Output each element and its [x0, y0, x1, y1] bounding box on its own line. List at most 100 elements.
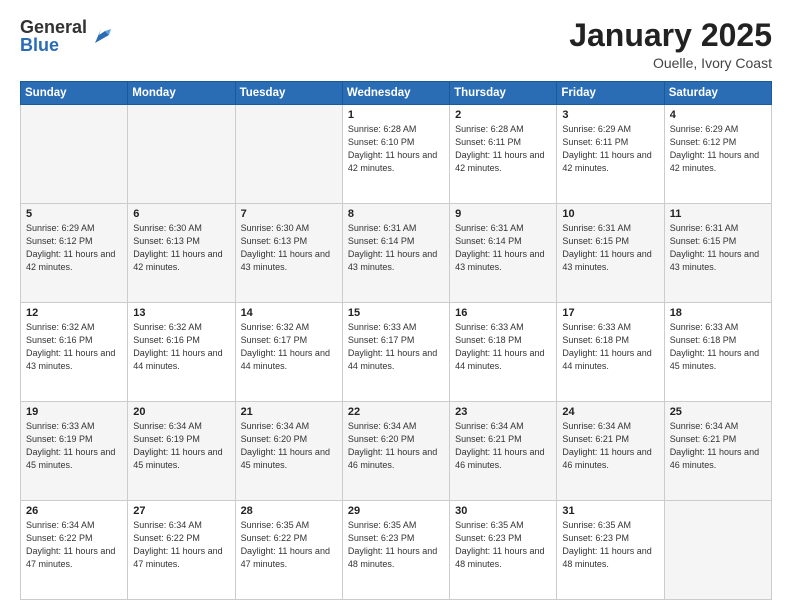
day-number: 19 — [26, 406, 122, 418]
day-info: Sunrise: 6:33 AM Sunset: 6:19 PM Dayligh… — [26, 420, 122, 472]
day-number: 7 — [241, 208, 337, 220]
day-info: Sunrise: 6:31 AM Sunset: 6:15 PM Dayligh… — [562, 222, 658, 274]
day-info: Sunrise: 6:33 AM Sunset: 6:18 PM Dayligh… — [670, 321, 766, 373]
table-row: 27 Sunrise: 6:34 AM Sunset: 6:22 PM Dayli… — [128, 501, 235, 600]
col-friday: Friday — [557, 82, 664, 105]
table-row: 26Sunrise: 6:34 AM Sunset: 6:22 PM Dayli… — [21, 501, 128, 600]
day-info: Sunrise: 6:29 AM Sunset: 6:12 PM Dayligh… — [26, 222, 122, 274]
day-info: Sunrise: 6:30 AM Sunset: 6:13 PM Dayligh… — [241, 222, 337, 274]
table-row: 1 Sunrise: 6:28 AM Sunset: 6:10 PM Daylig… — [342, 105, 449, 204]
table-row: 6Sunrise: 6:30 AM Sunset: 6:13 PM Daylig… — [128, 204, 235, 303]
calendar-week-row: 12 Sunrise: 6:32 AM Sunset: 6:16 PM Dayli… — [21, 303, 772, 402]
day-info: Sunrise: 6:33 AM Sunset: 6:17 PM Dayligh… — [348, 321, 444, 373]
header: General Blue January 2025 Ouelle, Ivory … — [20, 18, 772, 71]
col-thursday: Thursday — [450, 82, 557, 105]
day-number: 2 — [455, 109, 551, 121]
table-row: 12 Sunrise: 6:32 AM Sunset: 6:16 PM Dayli… — [21, 303, 128, 402]
col-wednesday: Wednesday — [342, 82, 449, 105]
calendar-week-row: 19 Sunrise: 6:33 AM Sunset: 6:19 PM Dayli… — [21, 402, 772, 501]
table-row — [235, 105, 342, 204]
day-info: Sunrise: 6:34 AM Sunset: 6:21 PM Dayligh… — [562, 420, 658, 472]
day-info: Sunrise: 6:28 AM Sunset: 6:10 PM Dayligh… — [348, 123, 444, 175]
day-info: Sunrise: 6:31 AM Sunset: 6:14 PM Dayligh… — [455, 222, 551, 274]
table-row: 30Sunrise: 6:35 AM Sunset: 6:23 PM Dayli… — [450, 501, 557, 600]
table-row: 7 Sunrise: 6:30 AM Sunset: 6:13 PM Daylig… — [235, 204, 342, 303]
day-number: 14 — [241, 307, 337, 319]
day-number: 18 — [670, 307, 766, 319]
day-info: Sunrise: 6:34 AM Sunset: 6:20 PM Dayligh… — [348, 420, 444, 472]
day-number: 13 — [133, 307, 229, 319]
col-tuesday: Tuesday — [235, 82, 342, 105]
page: General Blue January 2025 Ouelle, Ivory … — [0, 0, 792, 612]
day-number: 12 — [26, 307, 122, 319]
table-row: 19 Sunrise: 6:33 AM Sunset: 6:19 PM Dayli… — [21, 402, 128, 501]
day-number: 4 — [670, 109, 766, 121]
table-row: 20 Sunrise: 6:34 AM Sunset: 6:19 PM Dayli… — [128, 402, 235, 501]
table-row: 29 Sunrise: 6:35 AM Sunset: 6:23 PM Dayli… — [342, 501, 449, 600]
table-row: 31 Sunrise: 6:35 AM Sunset: 6:23 PM Dayli… — [557, 501, 664, 600]
day-info: Sunrise: 6:33 AM Sunset: 6:18 PM Dayligh… — [562, 321, 658, 373]
day-info: Sunrise: 6:34 AM Sunset: 6:19 PM Dayligh… — [133, 420, 229, 472]
table-row: 25Sunrise: 6:34 AM Sunset: 6:21 PM Dayli… — [664, 402, 771, 501]
table-row — [664, 501, 771, 600]
col-sunday: Sunday — [21, 82, 128, 105]
table-row: 4 Sunrise: 6:29 AM Sunset: 6:12 PM Daylig… — [664, 105, 771, 204]
day-number: 16 — [455, 307, 551, 319]
day-number: 22 — [348, 406, 444, 418]
title-block: January 2025 Ouelle, Ivory Coast — [569, 18, 772, 71]
day-number: 3 — [562, 109, 658, 121]
day-info: Sunrise: 6:33 AM Sunset: 6:18 PM Dayligh… — [455, 321, 551, 373]
day-number: 9 — [455, 208, 551, 220]
table-row: 28 Sunrise: 6:35 AM Sunset: 6:22 PM Dayli… — [235, 501, 342, 600]
day-info: Sunrise: 6:35 AM Sunset: 6:23 PM Dayligh… — [348, 519, 444, 571]
day-info: Sunrise: 6:35 AM Sunset: 6:22 PM Dayligh… — [241, 519, 337, 571]
table-row: 8 Sunrise: 6:31 AM Sunset: 6:14 PM Daylig… — [342, 204, 449, 303]
col-saturday: Saturday — [664, 82, 771, 105]
day-info: Sunrise: 6:34 AM Sunset: 6:20 PM Dayligh… — [241, 420, 337, 472]
calendar-header-row: Sunday Monday Tuesday Wednesday Thursday… — [21, 82, 772, 105]
table-row: 2Sunrise: 6:28 AM Sunset: 6:11 PM Daylig… — [450, 105, 557, 204]
table-row: 5 Sunrise: 6:29 AM Sunset: 6:12 PM Daylig… — [21, 204, 128, 303]
day-number: 10 — [562, 208, 658, 220]
table-row: 3 Sunrise: 6:29 AM Sunset: 6:11 PM Daylig… — [557, 105, 664, 204]
day-number: 31 — [562, 505, 658, 517]
day-info: Sunrise: 6:29 AM Sunset: 6:11 PM Dayligh… — [562, 123, 658, 175]
day-number: 8 — [348, 208, 444, 220]
day-number: 25 — [670, 406, 766, 418]
calendar: Sunday Monday Tuesday Wednesday Thursday… — [20, 81, 772, 600]
day-number: 27 — [133, 505, 229, 517]
day-info: Sunrise: 6:31 AM Sunset: 6:14 PM Dayligh… — [348, 222, 444, 274]
day-number: 6 — [133, 208, 229, 220]
title-month: January 2025 — [569, 18, 772, 53]
day-number: 20 — [133, 406, 229, 418]
table-row: 16 Sunrise: 6:33 AM Sunset: 6:18 PM Dayli… — [450, 303, 557, 402]
table-row: 13 Sunrise: 6:32 AM Sunset: 6:16 PM Dayli… — [128, 303, 235, 402]
calendar-week-row: 1 Sunrise: 6:28 AM Sunset: 6:10 PM Daylig… — [21, 105, 772, 204]
day-info: Sunrise: 6:29 AM Sunset: 6:12 PM Dayligh… — [670, 123, 766, 175]
table-row — [21, 105, 128, 204]
day-number: 24 — [562, 406, 658, 418]
logo: General Blue — [20, 18, 113, 54]
table-row: 24 Sunrise: 6:34 AM Sunset: 6:21 PM Dayli… — [557, 402, 664, 501]
day-info: Sunrise: 6:35 AM Sunset: 6:23 PM Dayligh… — [562, 519, 658, 571]
day-info: Sunrise: 6:34 AM Sunset: 6:21 PM Dayligh… — [455, 420, 551, 472]
day-info: Sunrise: 6:31 AM Sunset: 6:15 PM Dayligh… — [670, 222, 766, 274]
logo-icon — [91, 25, 113, 47]
day-number: 5 — [26, 208, 122, 220]
table-row: 23Sunrise: 6:34 AM Sunset: 6:21 PM Dayli… — [450, 402, 557, 501]
table-row: 10 Sunrise: 6:31 AM Sunset: 6:15 PM Dayli… — [557, 204, 664, 303]
table-row: 15Sunrise: 6:33 AM Sunset: 6:17 PM Dayli… — [342, 303, 449, 402]
col-monday: Monday — [128, 82, 235, 105]
logo-general: General — [20, 18, 87, 36]
table-row: 9 Sunrise: 6:31 AM Sunset: 6:14 PM Daylig… — [450, 204, 557, 303]
day-info: Sunrise: 6:32 AM Sunset: 6:16 PM Dayligh… — [26, 321, 122, 373]
day-number: 1 — [348, 109, 444, 121]
day-info: Sunrise: 6:32 AM Sunset: 6:16 PM Dayligh… — [133, 321, 229, 373]
day-number: 28 — [241, 505, 337, 517]
day-number: 26 — [26, 505, 122, 517]
day-info: Sunrise: 6:34 AM Sunset: 6:22 PM Dayligh… — [133, 519, 229, 571]
day-number: 21 — [241, 406, 337, 418]
logo-blue: Blue — [20, 36, 87, 54]
day-number: 29 — [348, 505, 444, 517]
table-row: 14Sunrise: 6:32 AM Sunset: 6:17 PM Dayli… — [235, 303, 342, 402]
